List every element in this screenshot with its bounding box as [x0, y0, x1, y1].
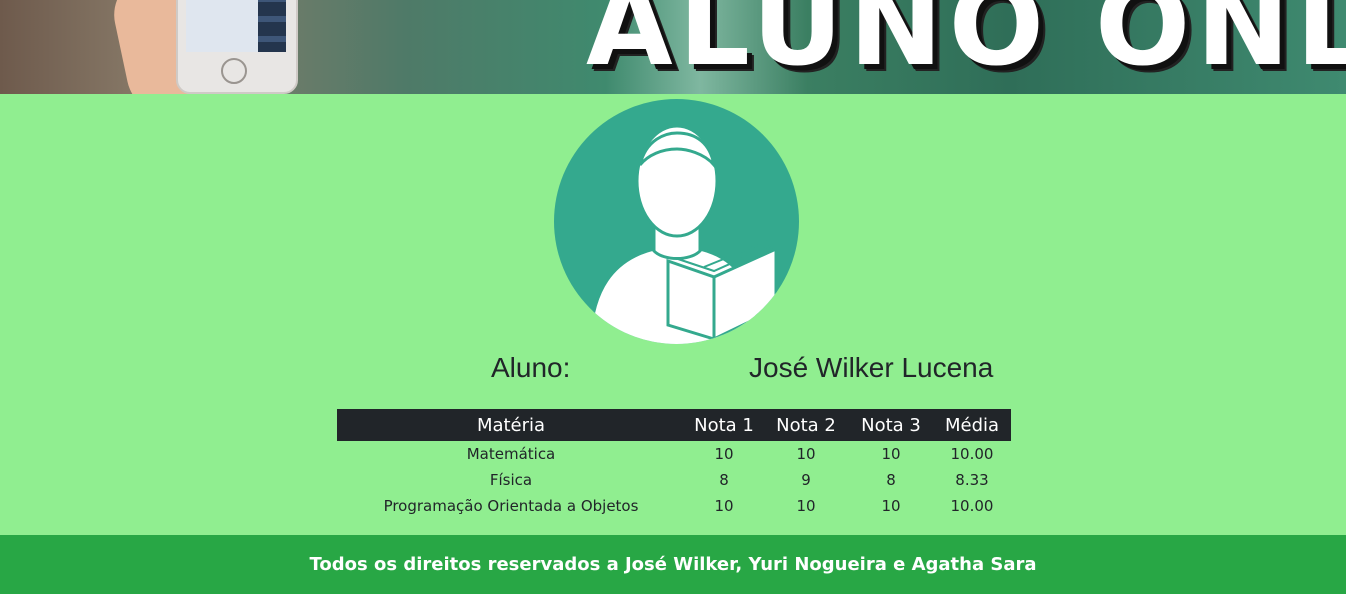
- student-info: Aluno: José Wilker Lucena: [337, 352, 1011, 388]
- header-banner: ALUNO ONLINE: [0, 0, 1346, 94]
- phone-screen: [186, 0, 286, 52]
- cell-grade-2: 10: [796, 497, 816, 515]
- table-header-row: Matéria Nota 1 Nota 2 Nota 3 Média: [337, 409, 1011, 441]
- cell-grade-1: 10: [714, 445, 734, 463]
- cell-subject: Física: [489, 471, 533, 489]
- cell-grade-3: 10: [881, 497, 901, 515]
- table-row: Programação Orientada a Objetos 10 10 10…: [337, 493, 1011, 519]
- student-avatar-icon: [554, 99, 799, 344]
- table-row: Matemática 10 10 10 10.00: [337, 441, 1011, 467]
- header-average: Média: [933, 409, 1011, 441]
- header-grade-1: Nota 1: [685, 409, 763, 441]
- footer: Todos os direitos reservados a José Wilk…: [0, 535, 1346, 594]
- cell-average: 10.00: [950, 497, 994, 515]
- cell-grade-2: 10: [796, 445, 816, 463]
- banner-title: ALUNO ONLINE: [586, 0, 1346, 91]
- cell-grade-2: 9: [801, 471, 811, 489]
- grades-table: Matéria Nota 1 Nota 2 Nota 3 Média Matem…: [337, 409, 1011, 519]
- cell-subject: Matemática: [466, 445, 556, 463]
- cell-grade-1: 8: [719, 471, 729, 489]
- student-label: Aluno:: [491, 352, 571, 383]
- cell-grade-3: 8: [886, 471, 896, 489]
- footer-copyright: Todos os direitos reservados a José Wilk…: [309, 554, 1037, 575]
- header-grade-3: Nota 3: [849, 409, 933, 441]
- cell-grade-3: 10: [881, 445, 901, 463]
- header-grade-2: Nota 2: [763, 409, 849, 441]
- phone-image: [176, 0, 298, 94]
- header-subject: Matéria: [337, 409, 685, 441]
- table-row: Física 8 9 8 8.33: [337, 467, 1011, 493]
- student-name: José Wilker Lucena: [749, 352, 994, 383]
- phone-screen-menu: [258, 0, 286, 52]
- cell-subject: Programação Orientada a Objetos: [383, 497, 639, 515]
- phone-home-button: [221, 58, 247, 84]
- cell-average: 10.00: [950, 445, 994, 463]
- cell-grade-1: 10: [714, 497, 734, 515]
- cell-average: 8.33: [955, 471, 989, 489]
